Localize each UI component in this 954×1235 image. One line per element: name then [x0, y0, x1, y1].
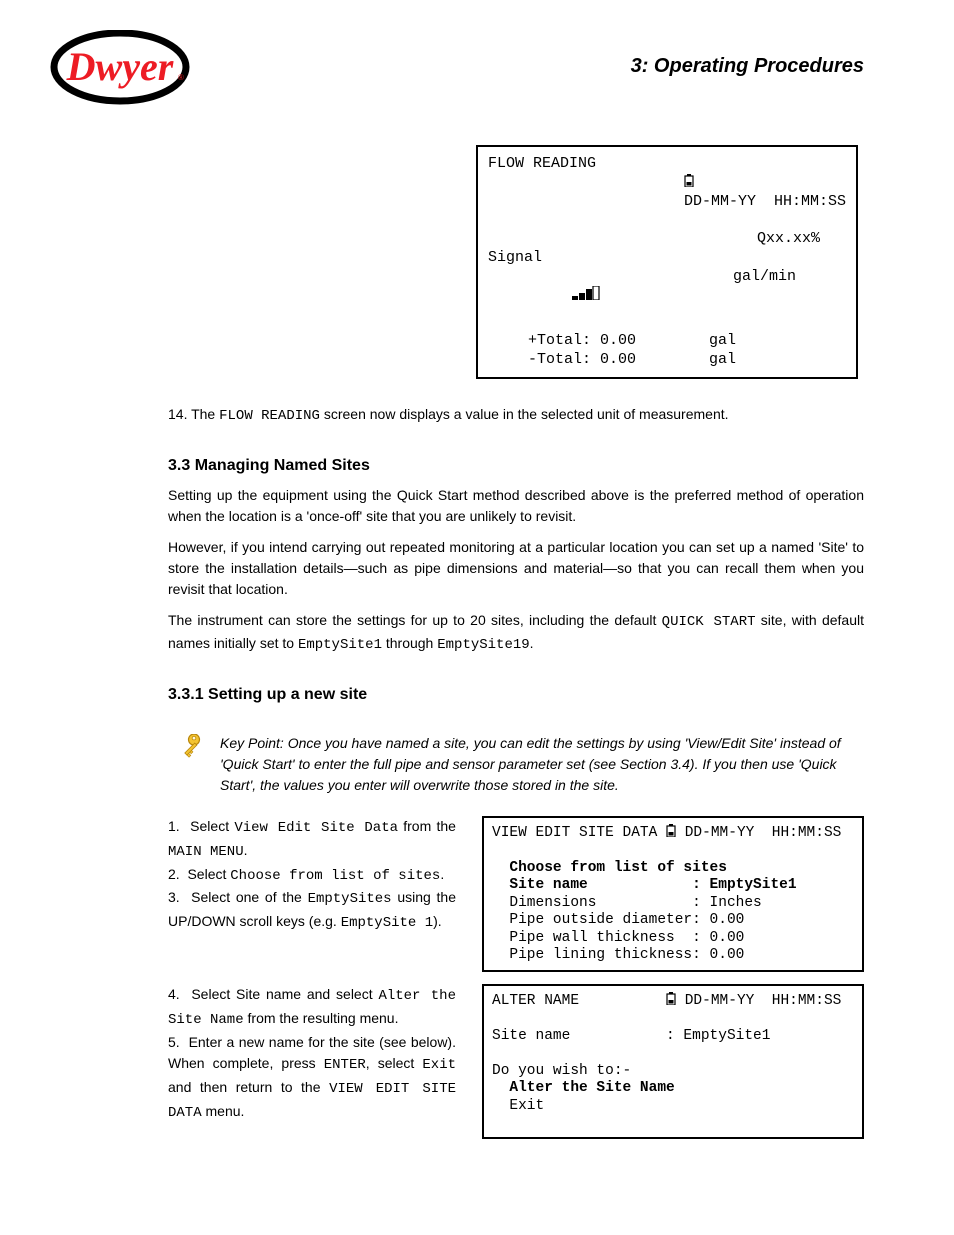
para-managing-3: The instrument can store the settings fo… [168, 610, 864, 656]
para-managing-1: Setting up the equipment using the Quick… [168, 485, 864, 527]
view-edit-display: VIEW EDIT SITE DATA DD-MM-YY HH:MM:SS Ch… [482, 816, 864, 972]
subhead-new-site: 3.3.1 Setting up a new site [168, 686, 864, 704]
subhead-managing-sites: 3.3 Managing Named Sites [168, 457, 864, 475]
battery-icon [684, 174, 694, 187]
key-point: Key Point: Once you have named a site, y… [220, 733, 864, 796]
flow-title: FLOW READING [488, 155, 596, 230]
alter-name-display: ALTER NAME DD-MM-YY HH:MM:SS Site name :… [482, 984, 864, 1139]
ptotal: +Total: 0.00 [488, 332, 636, 351]
para-managing-2: However, if you intend carrying out repe… [168, 537, 864, 600]
flow-reading-display: FLOW READING DD-MM-YY HH:MM:SS Qxx.xx% S… [476, 145, 858, 379]
flow-unit: gal/min [733, 268, 846, 326]
flow-timestamp: DD-MM-YY HH:MM:SS [684, 193, 846, 210]
signal-bars-icon [572, 286, 606, 300]
section-title: 3: Operating Procedures [631, 55, 864, 78]
steps-4-5: 4. Select Site name and select Alter the… [168, 984, 462, 1139]
svg-text:®: ® [178, 73, 184, 82]
svg-text:Dwyer: Dwyer [66, 44, 174, 89]
ptotal-unit: gal [709, 332, 846, 351]
dwyer-logo: Dwyer ® [50, 30, 190, 105]
ntotal-unit: gal [709, 351, 846, 370]
ntotal: -Total: 0.00 [488, 351, 636, 370]
steps-1-3: 1. Select View Edit Site Data from the M… [168, 816, 462, 972]
battery-icon [666, 992, 676, 1005]
flow-q: Qxx.xx% [757, 230, 846, 249]
flow-signal: Signal [488, 249, 542, 268]
key-icon [180, 734, 208, 762]
step14: 14. The FLOW READING screen now displays… [168, 404, 864, 427]
battery-icon [666, 824, 676, 837]
